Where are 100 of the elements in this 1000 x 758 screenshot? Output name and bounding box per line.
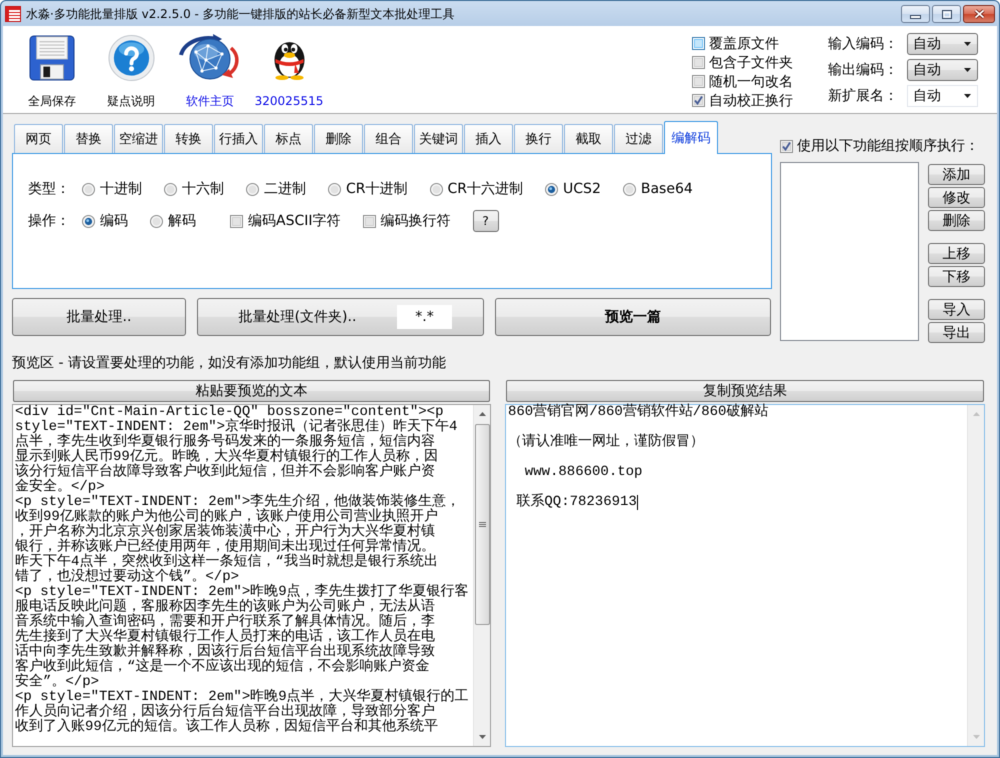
text-line: 错了，也没想过要动这个钱”。</p>	[15, 570, 240, 585]
tab[interactable]: 转换	[164, 124, 213, 153]
tab[interactable]: 编解码	[664, 121, 718, 154]
tab[interactable]: 插入	[464, 124, 513, 153]
close-button[interactable]	[963, 5, 995, 23]
dropdown-arrow-icon	[964, 68, 971, 72]
tab[interactable]: 空缩进	[114, 124, 163, 153]
dropdown-arrow-icon	[964, 42, 971, 46]
copy-button[interactable]: 复制预览结果	[506, 380, 984, 402]
radio-button[interactable]	[82, 182, 95, 196]
scrollbar-thumb[interactable]	[474, 424, 490, 625]
text-line: <div id="Cnt-Main-Article-QQ" bosszone="content"><p	[15, 405, 444, 420]
checkbox-label: 编码ASCII字符	[248, 213, 340, 229]
scroll-down-arrow-icon[interactable]	[478, 735, 486, 739]
list-action-button[interactable]: 添加	[928, 164, 985, 185]
maximize-icon	[942, 10, 952, 18]
checkbox[interactable]	[692, 94, 705, 107]
radio-button[interactable]	[622, 182, 636, 196]
grip-icon	[478, 522, 486, 527]
toolbar-link[interactable]: 软件主页	[175, 34, 245, 108]
text-line: 金安全。</p>	[15, 480, 105, 495]
toolbar-button[interactable]: 全局保存	[17, 34, 87, 108]
tab[interactable]: 网页	[14, 124, 63, 153]
checkbox-label: 使用以下功能组按顺序执行：	[797, 138, 979, 154]
field-label: 新扩展名：	[828, 88, 899, 104]
hint-text: 预览区 - 请设置要处理的功能，如没有添加功能组，默认使用当前功能	[12, 355, 447, 371]
tab[interactable]: 组合	[364, 124, 413, 153]
field-label: 输入编码：	[828, 36, 899, 52]
radio-button[interactable]	[430, 182, 443, 196]
checkbox-label: 编码换行符	[380, 213, 450, 229]
result-text-field[interactable]: 860营销官网/860营销软件站/860破解站 （请认准唯一网址，谨防假冒） www.886600.top 联系QQ:78236913	[505, 404, 985, 747]
scrollbar[interactable]	[473, 405, 490, 746]
list-icon	[5, 6, 21, 22]
encoding-dropdown[interactable]: 自动	[907, 85, 978, 107]
list-action-button[interactable]: 删除	[928, 210, 985, 231]
encoding-dropdown[interactable]: 自动	[907, 33, 978, 55]
minimize-icon	[910, 15, 921, 19]
radio-button[interactable]	[328, 182, 341, 196]
radio-button[interactable]	[246, 182, 259, 196]
text-line: 点半，李先生收到华夏银行服务号码发来的一条服务短信，短信内容	[15, 435, 435, 450]
list-action-button[interactable]: 下移	[928, 266, 985, 287]
field-label: 操作：	[28, 212, 71, 230]
list-action-button[interactable]: 导出	[928, 322, 985, 343]
tab[interactable]: 截取	[564, 124, 613, 153]
tab[interactable]: 换行	[514, 124, 563, 153]
checkbox-label: 随机一句改名	[709, 74, 793, 90]
action-button[interactable]: 预览一篇	[495, 298, 771, 336]
checkbox[interactable]	[692, 56, 705, 69]
scroll-up-arrow-icon[interactable]	[478, 412, 486, 416]
checkbox-label: 覆盖原文件	[709, 36, 779, 52]
checkbox[interactable]	[692, 75, 705, 88]
toolbar-link[interactable]: 320025515	[254, 34, 324, 108]
radio-label: 解码	[168, 213, 196, 229]
paste-button[interactable]: 粘贴要预览的文本	[13, 380, 490, 402]
radio-button[interactable]	[82, 214, 95, 228]
function-group-list[interactable]	[780, 162, 919, 341]
file-pattern-field[interactable]: *.*	[397, 305, 452, 329]
toolbar-button[interactable]: 疑点说明	[96, 34, 166, 108]
radio-button[interactable]	[164, 182, 177, 196]
tab[interactable]: 过滤	[614, 124, 663, 153]
tab[interactable]: 行插入	[214, 124, 263, 153]
radio-button[interactable]	[150, 214, 163, 228]
minimize-button[interactable]	[901, 5, 930, 23]
radio-label: CR十六进制	[448, 181, 524, 197]
radio-label: 十六制	[182, 181, 224, 197]
radio-button[interactable]	[545, 182, 558, 196]
tab[interactable]: 替换	[64, 124, 113, 153]
tab[interactable]: 关键词	[414, 124, 463, 153]
text-line: 收到了入账99亿元的短信。该工作人员称，因短信平台和其他系统平	[15, 720, 438, 735]
text-line: www.886600.top	[524, 465, 642, 480]
list-action-button[interactable]: 导入	[928, 299, 985, 320]
text-line: 客户收到此短信，“这是一个不应该出现的短信，不会影响账户资金	[15, 660, 430, 675]
field-label: 输出编码：	[828, 62, 899, 78]
radio-label: 二进制	[264, 181, 306, 197]
field-label: 类型：	[28, 180, 71, 198]
checkbox-label: 自动校正换行	[709, 92, 793, 108]
radio-label: CR十进制	[346, 181, 408, 197]
source-text-field[interactable]	[12, 404, 491, 747]
radio-label: 十进制	[100, 181, 142, 197]
maximize-button[interactable]	[932, 5, 961, 23]
encoding-dropdown[interactable]: 自动	[907, 59, 978, 81]
tab[interactable]: 删除	[314, 124, 363, 153]
checkbox-label: 包含子文件夹	[709, 54, 793, 70]
text-line: 该分行短信平台故障导致客户收到此短信，但并不会影响客户账户资	[15, 465, 435, 480]
window-title: 水淼·多功能批量排版 v2.2.5.0 - 多功能一键排版的站长必备新型文本批处理工具	[26, 6, 455, 20]
list-action-button[interactable]: 修改	[928, 187, 985, 208]
checkbox[interactable]	[780, 140, 793, 152]
checkbox[interactable]	[230, 214, 243, 228]
radio-label: Base64	[640, 181, 693, 197]
text-line: 安全”。</p>	[15, 675, 100, 690]
checkbox[interactable]	[692, 37, 705, 50]
tab[interactable]: 标点	[264, 124, 313, 153]
checkbox[interactable]	[362, 214, 376, 228]
text-line: （请认准唯一网址，谨防假冒）	[508, 435, 704, 450]
help-button[interactable]: ?	[472, 210, 498, 232]
list-action-button[interactable]: 上移	[928, 243, 985, 264]
question-mark-icon	[108, 34, 154, 82]
action-button[interactable]: 批量处理..	[12, 298, 186, 336]
radio-label: UCS2	[563, 181, 601, 197]
text-line: 联系QQ:78236913	[515, 495, 638, 510]
